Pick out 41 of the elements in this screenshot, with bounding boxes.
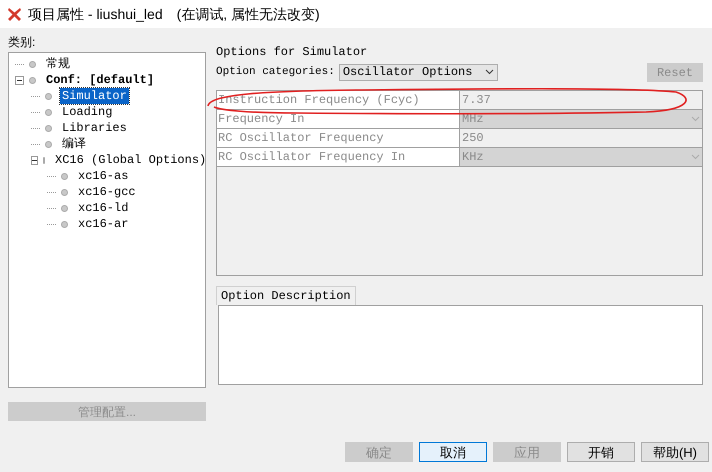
tree-item[interactable]: Conf: [default] [44, 72, 156, 88]
tree-item[interactable]: xc16-ld [76, 200, 130, 216]
tree-item[interactable]: xc16-ar [76, 216, 130, 232]
node-bullet-icon [61, 204, 68, 212]
tree-item[interactable]: Loading [60, 104, 114, 120]
node-bullet-icon [29, 76, 36, 84]
tree-item[interactable]: Libraries [60, 120, 129, 136]
node-bullet-icon [61, 172, 68, 180]
node-bullet-icon [45, 92, 52, 100]
tree-item[interactable]: Simulator [60, 88, 129, 104]
window-title: 项目属性 - liushui_led [28, 4, 163, 24]
tree-item[interactable]: 常规 [44, 56, 72, 72]
node-bullet-icon [45, 124, 52, 132]
tree-item[interactable]: 编译 [60, 136, 88, 152]
tree-item[interactable]: xc16-gcc [76, 184, 138, 200]
node-bullet-icon [61, 220, 68, 228]
node-bullet-icon [45, 108, 52, 116]
node-bullet-icon [45, 140, 52, 148]
dialog-button[interactable]: 开销 [567, 442, 635, 462]
option-description-tab[interactable]: Option Description [216, 286, 356, 305]
tree-item[interactable]: XC16 (Global Options) [53, 152, 208, 168]
window-subtitle: (在调试, 属性无法改变) [176, 4, 320, 24]
node-bullet-icon [29, 60, 36, 68]
collapse-icon[interactable] [31, 156, 38, 164]
option-name-cell: Instruction Frequency (Fcyc) [217, 91, 460, 109]
dialog-button[interactable]: 取消 [419, 442, 487, 462]
tree-item[interactable]: xc16-as [76, 168, 130, 184]
option-name-cell: RC Oscillator Frequency In [217, 148, 460, 166]
options-title: Options for Simulator [216, 44, 368, 60]
collapse-icon[interactable] [15, 76, 24, 84]
option-categories-label: Option categories: [216, 64, 335, 80]
option-name-cell: Frequency In [217, 110, 460, 128]
categories-label: 类别: [8, 34, 36, 51]
chevron-down-icon [691, 116, 700, 122]
app-icon [7, 6, 22, 22]
chevron-down-icon [484, 69, 494, 75]
dialog-button[interactable]: 帮助(H) [641, 442, 709, 462]
chevron-down-icon [691, 154, 700, 160]
option-name-cell: RC Oscillator Frequency [217, 129, 460, 147]
node-bullet-icon [61, 188, 68, 196]
category-dropdown[interactable]: Oscillator Options [338, 64, 498, 80]
